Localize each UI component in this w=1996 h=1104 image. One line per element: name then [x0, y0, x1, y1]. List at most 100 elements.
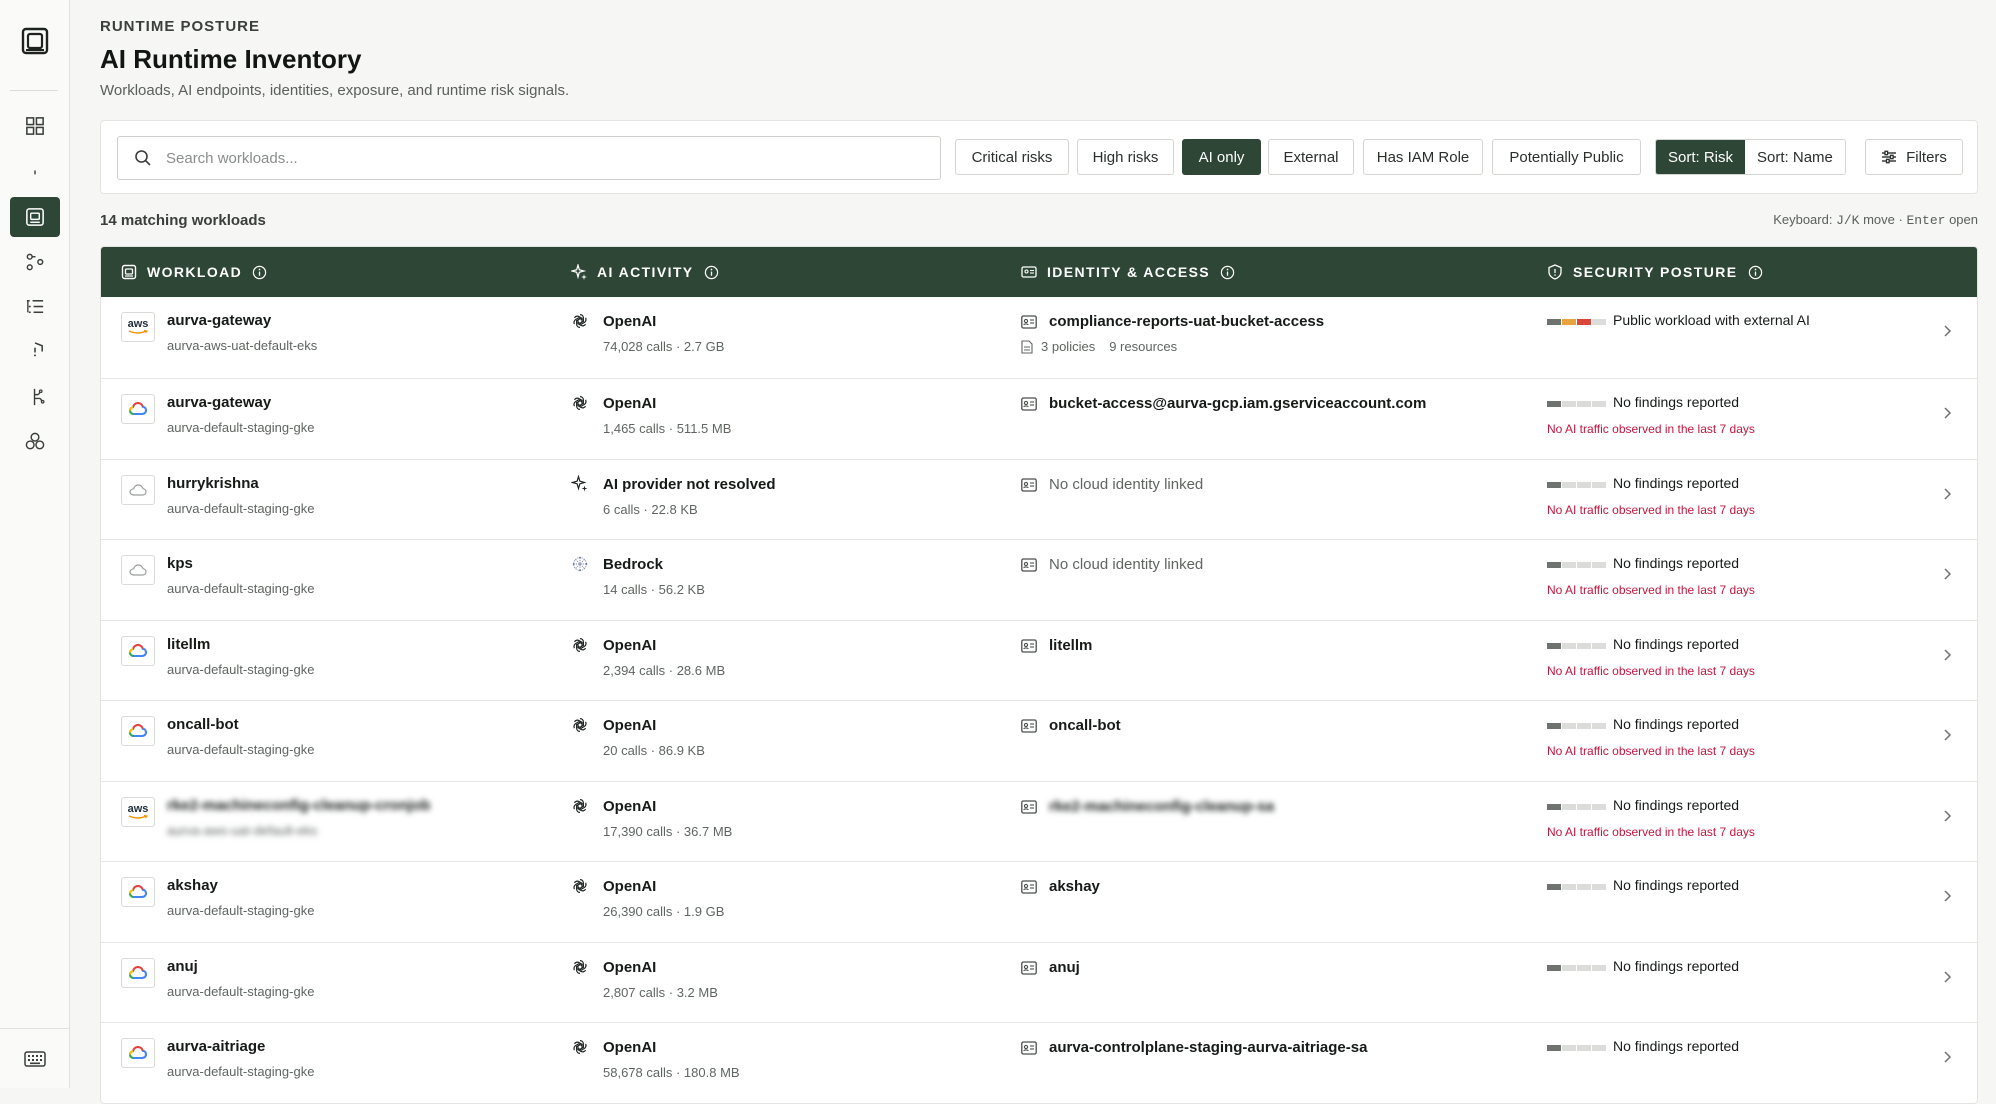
workload-name[interactable]: kps — [167, 555, 193, 572]
search-box[interactable] — [117, 136, 941, 180]
sidebar-item-clusters[interactable] — [10, 422, 60, 462]
identity-name[interactable]: aurva-controlplane-staging-aurva-aitriag… — [1049, 1039, 1367, 1056]
search-input[interactable] — [166, 149, 926, 167]
info-icon[interactable] — [252, 265, 267, 280]
workload-cluster: aurva-default-staging-gke — [167, 742, 315, 757]
posture-warning: No AI traffic observed in the last 7 day… — [1547, 502, 1755, 517]
filter-chip-critical-risks[interactable]: Critical risks — [955, 139, 1069, 175]
workload-name[interactable]: aurva-gateway — [167, 394, 271, 411]
table-row[interactable]: kps aurva-default-staging-gke Bedrock 14 ca… — [101, 539, 1977, 620]
severity-segment — [1577, 401, 1591, 407]
identity-name[interactable]: compliance-reports-uat-bucket-access — [1049, 313, 1324, 330]
workload-name[interactable]: oncall-bot — [167, 716, 239, 733]
identity-name[interactable]: litellm — [1049, 637, 1092, 654]
workload-name[interactable]: aurva-gateway — [167, 312, 271, 329]
fingerprint-icon — [34, 170, 36, 175]
severity-segment — [1562, 642, 1576, 649]
severity-segment — [1562, 481, 1576, 488]
filter-chip-high-risks[interactable]: High risks — [1077, 139, 1174, 175]
identity-name[interactable]: akshay — [1049, 878, 1100, 895]
chevron-right-icon[interactable] — [1941, 323, 1953, 339]
openai-icon — [573, 798, 587, 813]
sidebar-item-brain[interactable] — [10, 377, 60, 417]
sort-risk-button[interactable]: Sort: Risk — [1656, 140, 1746, 174]
filters-button[interactable]: Filters — [1865, 139, 1963, 175]
severity-segment — [1577, 319, 1591, 325]
sort-name-button[interactable]: Sort: Name — [1745, 140, 1845, 174]
filter-chip-ai-only[interactable]: AI only — [1182, 139, 1261, 175]
gcp-logo-icon — [128, 723, 148, 737]
result-count: 14 matching workloads — [100, 212, 266, 229]
severity-segment — [1547, 562, 1561, 568]
severity-segment — [1562, 803, 1576, 810]
filter-chip-has-iam-role[interactable]: Has IAM Role — [1363, 139, 1483, 175]
identity-name[interactable]: rke2-machineconfig-cleanup-sa — [1049, 798, 1274, 815]
sidebar-item-dashboard[interactable] — [10, 106, 60, 146]
sidebar-item-flow[interactable] — [10, 242, 60, 282]
workload-cluster: aurva-default-staging-gke — [167, 500, 315, 516]
column-workload[interactable]: WORKLOAD — [121, 247, 277, 297]
severity-segment — [1592, 1045, 1606, 1051]
info-icon[interactable] — [1220, 265, 1235, 280]
column-security-posture[interactable]: SECURITY POSTURE — [1547, 247, 1773, 297]
chevron-right-icon[interactable] — [1941, 888, 1953, 904]
table-row[interactable]: akshay aurva-default-staging-gke OpenAI 26,… — [101, 861, 1977, 942]
id-card-icon — [1021, 799, 1037, 814]
sidebar-item-runtime-inventory[interactable] — [10, 197, 60, 237]
identity-name[interactable]: oncall-bot — [1049, 717, 1121, 734]
workload-name[interactable]: akshay — [167, 877, 218, 894]
aws-logo-icon: aws — [128, 319, 148, 335]
filter-chip-potentially-public[interactable]: Potentially Public — [1492, 139, 1641, 175]
workload-cluster: aurva-default-staging-gke — [167, 1064, 315, 1079]
chevron-right-icon[interactable] — [1941, 1049, 1953, 1065]
severity-segment — [1562, 964, 1576, 971]
chevron-right-icon[interactable] — [1941, 647, 1953, 663]
severity-segment — [1562, 319, 1576, 325]
table-row[interactable]: aurva-aitriage aurva-default-staging-gke O… — [101, 1022, 1977, 1103]
sidebar-item-shield[interactable] — [10, 332, 60, 372]
workload-name[interactable]: aurva-aitriage — [167, 1038, 265, 1055]
chevron-right-icon[interactable] — [1941, 969, 1953, 985]
keyboard-hint-move: move · — [1859, 212, 1907, 227]
table-row[interactable]: aws rke2-machineconfig-cleanup-cronjob aur… — [101, 780, 1977, 862]
column-ai-activity[interactable]: AI ACTIVITY — [571, 247, 729, 297]
workload-name[interactable]: anuj — [167, 958, 198, 975]
table-row[interactable]: aurva-gateway aurva-default-staging-gke Op… — [101, 378, 1977, 459]
chevron-right-icon[interactable] — [1941, 566, 1953, 582]
provider-badge — [121, 877, 155, 907]
table-row[interactable]: litellm aurva-default-staging-gke OpenAI 2,… — [101, 619, 1977, 701]
info-icon[interactable] — [1748, 265, 1763, 280]
table-row[interactable]: anuj aurva-default-staging-gke OpenAI 2,807… — [101, 941, 1977, 1023]
severity-segment — [1577, 1045, 1591, 1051]
severity-segment — [1577, 884, 1591, 890]
identity-name[interactable]: anuj — [1049, 959, 1080, 976]
keyboard-hint-open: open — [1945, 212, 1978, 227]
cloud-icon — [129, 564, 147, 576]
table-row[interactable]: oncall-bot aurva-default-staging-gke OpenA… — [101, 700, 1977, 781]
id-card-icon — [1021, 880, 1037, 894]
workload-name[interactable]: hurrykrishna — [167, 475, 259, 492]
ai-call-stats: 20 calls · 86.9 KB — [603, 743, 705, 758]
column-identity-access[interactable]: IDENTITY & ACCESS — [1021, 247, 1245, 297]
sidebar-item-list[interactable] — [10, 287, 60, 327]
id-card-icon — [1021, 1041, 1037, 1055]
keyboard-shortcuts-button[interactable] — [0, 1028, 70, 1088]
table-row[interactable]: hurrykrishna aurva-default-staging-gke AI … — [101, 458, 1977, 540]
chevron-right-icon[interactable] — [1941, 727, 1953, 743]
filter-chip-external[interactable]: External — [1268, 139, 1354, 175]
workload-name[interactable]: litellm — [167, 636, 210, 653]
chevron-right-icon[interactable] — [1941, 405, 1953, 421]
chevron-right-icon[interactable] — [1941, 808, 1953, 824]
document-icon — [1021, 339, 1033, 354]
app-logo-icon[interactable] — [20, 26, 50, 56]
info-icon[interactable] — [704, 265, 719, 280]
openai-icon — [573, 959, 587, 974]
identity-name[interactable]: bucket-access@aurva-gcp.iam.gserviceacco… — [1049, 395, 1426, 412]
sidebar-item-fingerprint[interactable] — [10, 151, 60, 191]
posture-warning: No AI traffic observed in the last 7 day… — [1547, 583, 1755, 597]
table-row[interactable]: aws aurva-gateway aurva-aws-uat-default-ek… — [101, 297, 1977, 378]
workload-name[interactable]: rke2-machineconfig-cleanup-cronjob — [167, 797, 430, 814]
chevron-right-icon[interactable] — [1941, 486, 1953, 502]
ai-provider-name: AI provider not resolved — [603, 475, 776, 493]
severity-segment — [1577, 723, 1591, 729]
